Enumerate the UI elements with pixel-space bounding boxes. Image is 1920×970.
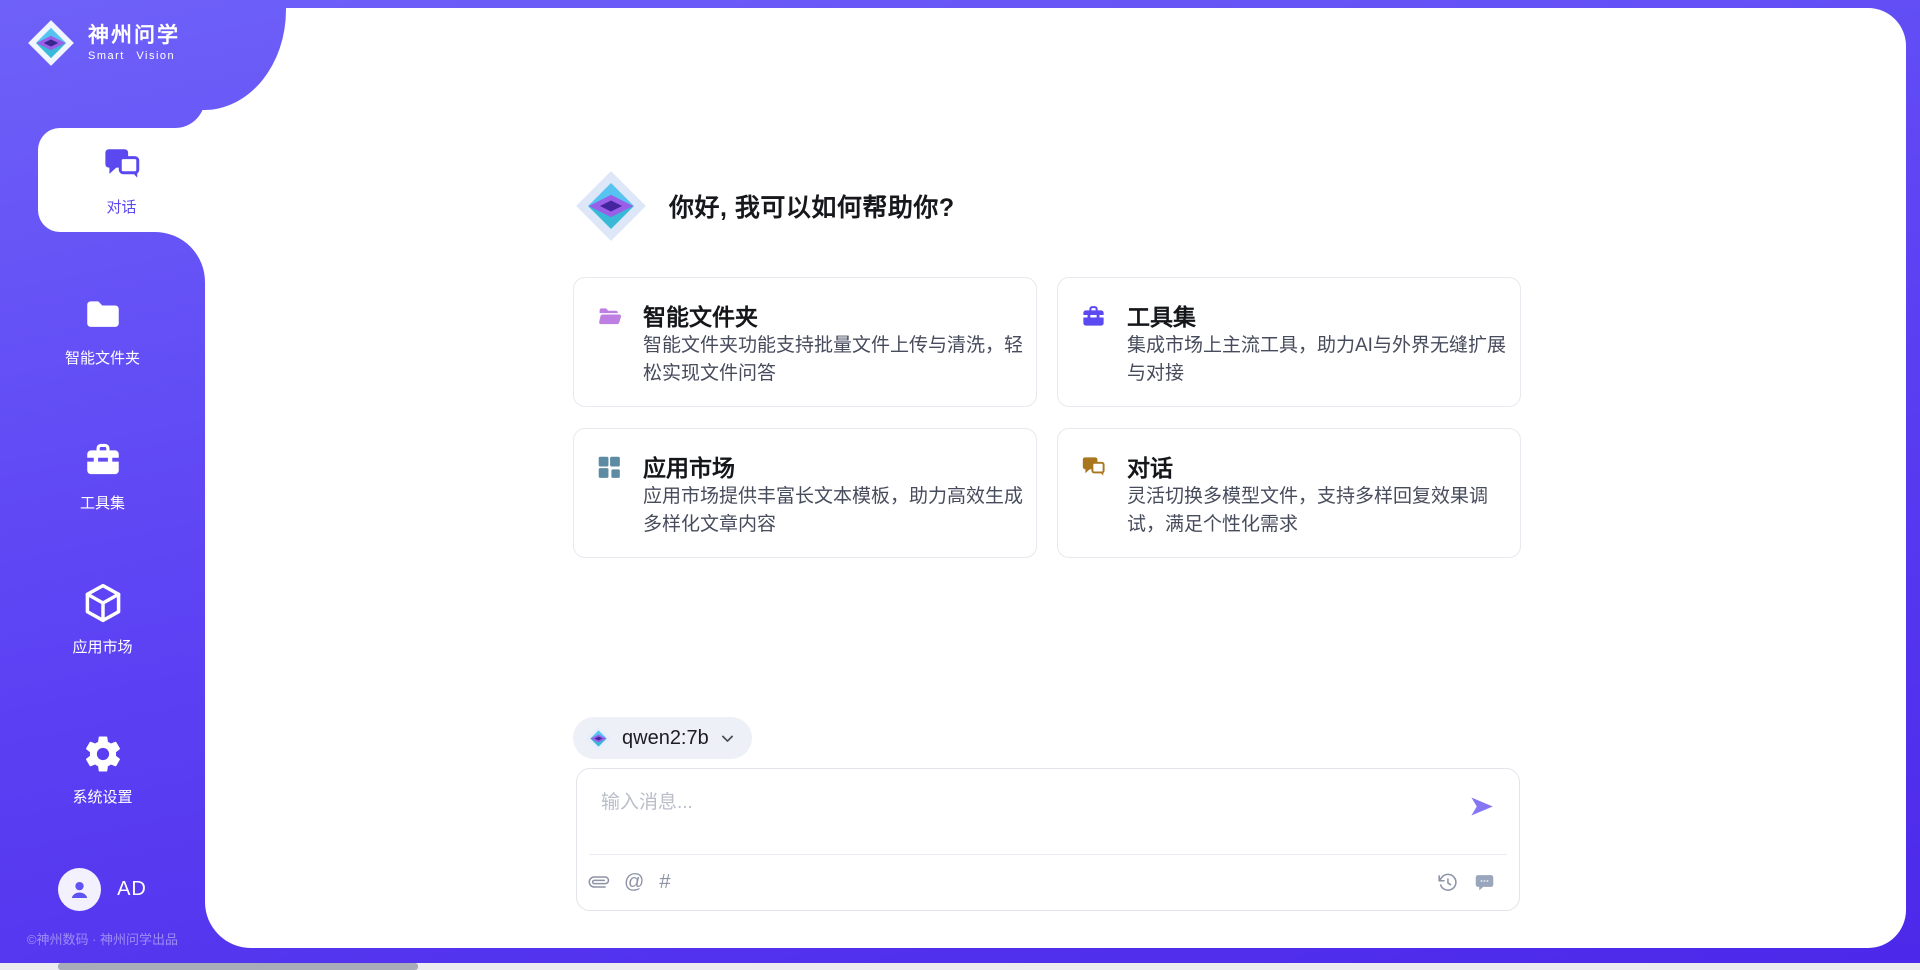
card-app-market[interactable]: 应用市场 应用市场提供丰富长文本模板，助力高效生成多样化文章内容 (573, 428, 1037, 558)
open-folder-icon (596, 303, 623, 330)
user-name: AD (117, 878, 147, 901)
chat-icon (101, 144, 143, 186)
send-button[interactable] (1468, 793, 1495, 820)
chevron-down-icon (719, 730, 736, 747)
topic-button[interactable]: # (659, 871, 670, 894)
briefcase-icon (82, 439, 124, 481)
message-composer: @ # (576, 768, 1520, 911)
card-description: 应用市场提供丰富长文本模板，助力高效生成多样化文章内容 (643, 483, 1025, 539)
feature-cards-grid: 智能文件夹 智能文件夹功能支持批量文件上传与清洗，轻松实现文件问答 工具集 集成… (573, 277, 1521, 558)
sidebar-item-label: 工具集 (0, 492, 205, 513)
attach-button[interactable] (589, 872, 609, 892)
model-name: qwen2:7b (622, 727, 709, 750)
cube-icon (81, 581, 125, 625)
chat-icon (1080, 454, 1107, 481)
app-diamond-logo (26, 18, 76, 68)
main-content-panel: 你好, 我可以如何帮助你? 智能文件夹 智能文件夹功能支持批量文件上传与清洗，轻… (205, 8, 1906, 948)
sidebar-item-chat[interactable]: 对话 (38, 128, 205, 232)
card-description: 智能文件夹功能支持批量文件上传与清洗，轻松实现文件问答 (643, 332, 1025, 388)
logo-header-blob: 神州问学 Smart Vision (0, 0, 286, 110)
gear-icon (82, 733, 124, 775)
mention-button[interactable]: @ (624, 871, 644, 894)
sidebar-item-label: 对话 (60, 196, 184, 217)
briefcase-icon (1080, 303, 1107, 330)
card-chat[interactable]: 对话 灵活切换多模型文件，支持多样回复效果调试，满足个性化需求 (1057, 428, 1521, 558)
model-selector[interactable]: qwen2:7b (573, 717, 752, 759)
model-diamond-logo (585, 725, 612, 752)
folder-icon (82, 294, 124, 336)
sidebar-item-smart-folder[interactable]: 智能文件夹 (0, 294, 205, 368)
card-toolset[interactable]: 工具集 集成市场上主流工具，助力AI与外界无缝扩展与对接 (1057, 277, 1521, 407)
sidebar-item-label: 智能文件夹 (0, 347, 205, 368)
card-smart-folder[interactable]: 智能文件夹 智能文件夹功能支持批量文件上传与清洗，轻松实现文件问答 (573, 277, 1037, 407)
horizontal-scrollbar-thumb[interactable] (58, 963, 418, 970)
person-icon (66, 876, 93, 903)
sidebar-item-settings[interactable]: 系统设置 (0, 733, 205, 807)
app-logo: 神州问学 Smart Vision (26, 18, 180, 68)
chat-bubble-icon (1474, 872, 1495, 893)
send-icon (1468, 793, 1495, 820)
app-name: 神州问学 (88, 24, 180, 47)
brand-diamond-logo (573, 168, 649, 244)
composer-divider (589, 854, 1507, 855)
card-description: 灵活切换多模型文件，支持多样回复效果调试，满足个性化需求 (1127, 483, 1509, 539)
active-tab-fillet-bottom (155, 232, 205, 282)
hash-icon: # (659, 871, 670, 894)
message-input[interactable] (589, 779, 1449, 841)
grid-icon (596, 454, 622, 480)
sidebar-item-toolset[interactable]: 工具集 (0, 439, 205, 513)
card-title: 工具集 (1127, 298, 1196, 332)
greeting-text: 你好, 我可以如何帮助你? (669, 188, 955, 224)
at-icon: @ (624, 871, 644, 894)
avatar (58, 868, 101, 911)
composer-toolbar: @ # (589, 864, 1495, 900)
sidebar-item-label: 应用市场 (0, 636, 205, 657)
copyright-text: ©神州数码 · 神州问学出品 (0, 929, 205, 948)
card-title: 智能文件夹 (643, 298, 758, 332)
app-subtitle: Smart Vision (88, 50, 180, 62)
sidebar-item-app-market[interactable]: 应用市场 (0, 581, 205, 657)
card-title: 对话 (1127, 449, 1173, 483)
conversation-bubble-button[interactable] (1474, 872, 1495, 893)
card-description: 集成市场上主流工具，助力AI与外界无缝扩展与对接 (1127, 332, 1509, 388)
greeting-row: 你好, 我可以如何帮助你? (573, 158, 955, 254)
history-button[interactable] (1437, 872, 1458, 893)
user-row[interactable]: AD (0, 868, 205, 911)
history-icon (1437, 872, 1458, 893)
sidebar-item-label: 系统设置 (0, 786, 205, 807)
paperclip-icon (585, 868, 613, 896)
card-title: 应用市场 (643, 449, 735, 483)
